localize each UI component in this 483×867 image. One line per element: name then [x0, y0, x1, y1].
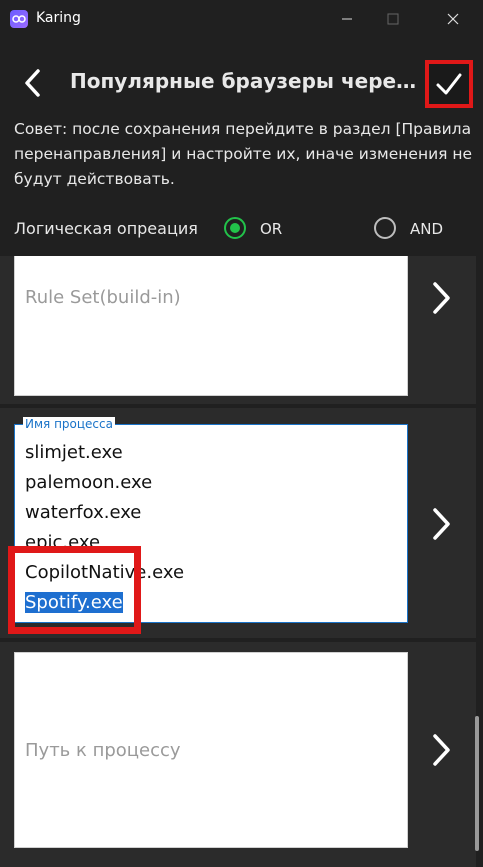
list-item[interactable]: waterfox.exe: [25, 498, 184, 528]
rule-set-open-button[interactable]: [426, 280, 456, 316]
chevron-right-icon: [433, 282, 450, 314]
chevron-left-icon: [25, 69, 40, 97]
radio-and[interactable]: [374, 217, 396, 239]
page-title: Популярные браузеры через ...: [70, 69, 418, 93]
minimize-icon: [342, 18, 352, 20]
list-item[interactable]: epic.exe: [25, 528, 184, 558]
process-name-card: Имя процесса slimjet.exe palemoon.exe wa…: [0, 408, 476, 638]
process-path-placeholder: Путь к процессу: [25, 740, 181, 761]
title-bar[interactable]: Karing: [0, 0, 483, 38]
list-item[interactable]: slimjet.exe: [25, 438, 184, 468]
close-button[interactable]: [430, 4, 476, 34]
process-path-open-button[interactable]: [426, 732, 456, 768]
logic-operation-label: Логическая опреация: [14, 219, 198, 238]
radio-and-label[interactable]: AND: [410, 220, 443, 238]
scrollbar[interactable]: [475, 716, 479, 851]
rule-set-placeholder: Rule Set(build-in): [25, 287, 181, 308]
process-name-field[interactable]: Имя процесса slimjet.exe palemoon.exe wa…: [14, 417, 408, 623]
rule-set-field[interactable]: Rule Set(build-in): [14, 256, 408, 396]
process-name-legend: Имя процесса: [23, 417, 115, 431]
process-path-card: Путь к процессу: [0, 642, 476, 867]
window-title: Karing: [36, 10, 81, 26]
process-name-open-button[interactable]: [426, 506, 456, 542]
close-icon: [447, 13, 459, 25]
radio-or[interactable]: [224, 217, 246, 239]
process-name-list[interactable]: slimjet.exe palemoon.exe waterfox.exe ep…: [25, 438, 184, 618]
process-path-field[interactable]: Путь к процессу: [14, 652, 408, 848]
checkmark-icon: [436, 73, 462, 95]
app-logo-icon: [10, 10, 28, 28]
app-window: Karing Популярные браузеры через ... Сов…: [0, 0, 483, 867]
selected-list-item[interactable]: Spotify.exe: [25, 592, 123, 613]
minimize-button[interactable]: [324, 4, 370, 34]
rule-set-card: Rule Set(build-in): [0, 256, 476, 404]
maximize-button[interactable]: [370, 4, 416, 34]
maximize-icon: [387, 13, 399, 25]
chevron-right-icon: [433, 734, 450, 766]
tip-text: Совет: после сохранения перейдите в разд…: [14, 120, 473, 188]
radio-or-label[interactable]: OR: [260, 220, 282, 238]
back-button[interactable]: [18, 67, 50, 99]
page-header: Популярные браузеры через ...: [0, 55, 483, 111]
confirm-button[interactable]: [425, 60, 473, 108]
rule-list[interactable]: Rule Set(build-in) Имя процесса slimjet.…: [0, 256, 483, 867]
chevron-right-icon: [433, 508, 450, 540]
list-item[interactable]: CopilotNative.exe: [25, 558, 184, 588]
list-item[interactable]: palemoon.exe: [25, 468, 184, 498]
